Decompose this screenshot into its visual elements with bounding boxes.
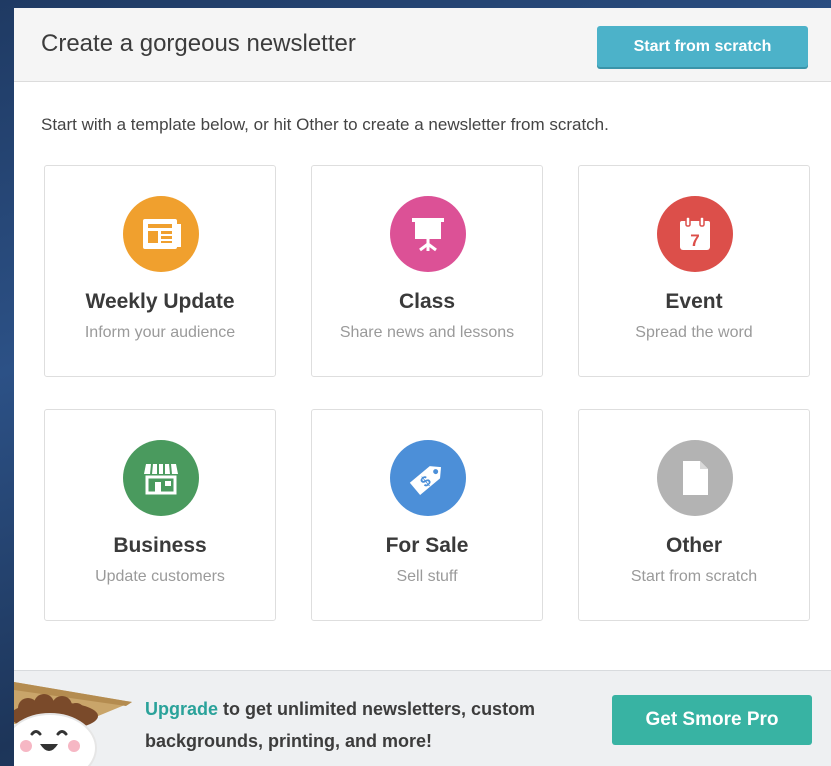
upgrade-message: Upgrade to get unlimited newsletters, cu… [145,693,605,757]
intro-text: Start with a template below, or hit Othe… [41,115,609,134]
new-newsletter-dialog: Create a gorgeous newsletter Start from … [14,8,831,766]
template-description: Spread the word [635,324,753,341]
template-description: Update customers [95,568,225,585]
newspaper-icon [123,196,199,272]
calendar-icon: 7 [657,196,733,272]
template-card-other[interactable]: Other Start from scratch [578,409,810,621]
template-description: Inform your audience [84,324,236,341]
template-card-business[interactable]: Business Update customers [44,409,276,621]
calendar-day-number: 7 [690,231,699,250]
template-description: Start from scratch [630,568,758,585]
dialog-title: Create a gorgeous newsletter [41,30,356,57]
template-description: Share news and lessons [339,324,515,341]
start-from-scratch-button[interactable]: Start from scratch [597,26,808,67]
template-card-weekly-update[interactable]: Weekly Update Inform your audience [44,165,276,377]
template-name: Weekly Update [85,290,235,313]
template-name: Business [113,534,207,557]
template-card-for-sale[interactable]: $ For Sale Sell stuff [311,409,543,621]
smore-mascot-image [14,682,132,766]
price-tag-icon: $ [390,440,466,516]
template-description: Sell stuff [396,568,458,585]
template-name: Other [665,534,722,557]
template-name: Event [665,290,723,313]
template-card-class[interactable]: Class Share news and lessons [311,165,543,377]
document-icon [657,440,733,516]
dialog-header: Create a gorgeous newsletter Start from … [14,8,831,82]
get-smore-pro-button[interactable]: Get Smore Pro [612,695,812,745]
template-name: Class [398,290,456,313]
template-name: For Sale [385,534,469,557]
presentation-board-icon [390,196,466,272]
template-card-event[interactable]: 7 Event Spread the word [578,165,810,377]
storefront-icon [123,440,199,516]
upgrade-link[interactable]: Upgrade [145,699,218,719]
